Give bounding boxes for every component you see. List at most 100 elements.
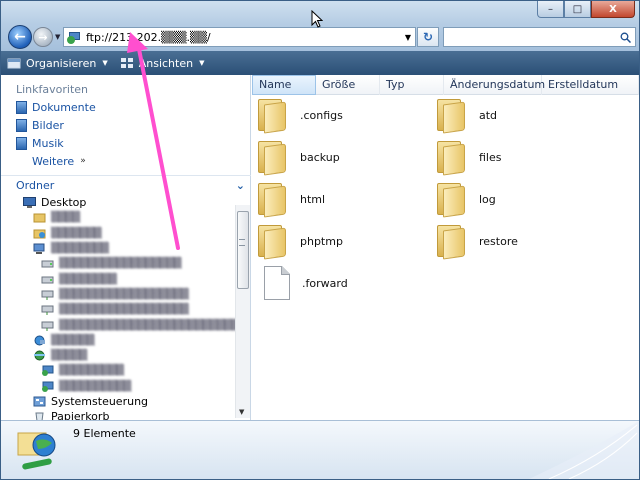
pictures-icon xyxy=(16,118,27,132)
address-bar[interactable]: ftp://213.202.▒▒▒.▒▒/ ▼ xyxy=(63,27,416,47)
tree-item-desktop[interactable]: Desktop xyxy=(1,195,235,210)
column-type[interactable]: Typ xyxy=(380,74,444,95)
tree-item[interactable]: ▒▒▒▒▒▒▒▒▒▒▒▒▒▒▒▒▒ xyxy=(1,256,235,271)
list-item[interactable]: phptmp xyxy=(258,221,343,261)
item-name: files xyxy=(479,150,502,164)
list-item[interactable]: .forward xyxy=(264,263,348,303)
chevron-down-icon: ⌄ xyxy=(235,179,245,192)
double-chevron-icon: » xyxy=(80,156,86,166)
control-panel-icon xyxy=(33,396,46,407)
list-item[interactable]: html xyxy=(258,179,325,219)
tree-label: ▒▒▒▒▒▒▒▒ xyxy=(51,243,109,255)
tree-item[interactable]: ▒▒▒▒▒▒▒ xyxy=(1,226,235,241)
tree-item-internet[interactable]: ▒▒▒▒▒ xyxy=(1,348,235,363)
tree-item[interactable]: ▒▒▒▒▒▒▒▒ xyxy=(1,271,235,286)
ftp-location-icon xyxy=(17,432,56,470)
organize-button[interactable]: Organisieren ▼ xyxy=(1,52,114,74)
tree-item[interactable]: ▒▒▒▒▒▒▒▒▒▒▒▒▒▒▒▒▒▒ xyxy=(1,302,235,317)
folder-icon xyxy=(258,139,288,176)
column-modified[interactable]: Änderungsdatum xyxy=(444,74,545,95)
tree-item[interactable]: ▒▒▒▒▒▒▒▒▒▒▒▒▒▒▒▒▒▒▒▒▒▒▒▒▒▒▒▒▒▒ xyxy=(1,317,235,332)
item-name: log xyxy=(479,192,496,206)
folder-icon xyxy=(437,181,467,218)
favorite-documents[interactable]: Dokumente xyxy=(1,98,250,116)
favorite-label: Bilder xyxy=(32,118,64,132)
tree-item[interactable]: ▒▒▒▒▒▒▒▒▒ xyxy=(1,363,235,378)
drive-icon xyxy=(41,260,54,268)
tree-item-recycle-bin[interactable]: Papierkorb xyxy=(1,409,235,420)
column-headers: Name Größe Typ Änderungsdatum Erstelldat… xyxy=(252,74,639,95)
drive-icon xyxy=(41,276,54,284)
refresh-button[interactable]: ↻ xyxy=(417,27,439,47)
list-item[interactable]: atd xyxy=(437,95,497,135)
scroll-down-icon[interactable]: ▼ xyxy=(239,408,244,416)
ftp-site-icon xyxy=(42,365,54,377)
folders-header[interactable]: Ordner ⌄ xyxy=(1,175,251,195)
search-input[interactable] xyxy=(443,27,636,47)
forward-arrow-icon: → xyxy=(38,30,48,44)
details-pane-swoosh xyxy=(529,421,639,479)
list-item[interactable]: .configs xyxy=(258,95,343,135)
desktop-icon xyxy=(23,197,36,209)
tree-label: Systemsteuerung xyxy=(51,395,149,408)
favorite-pictures[interactable]: Bilder xyxy=(1,116,250,134)
item-name: html xyxy=(300,192,326,206)
column-name[interactable]: Name xyxy=(252,74,316,95)
list-item[interactable]: backup xyxy=(258,137,340,177)
tree-label: ▒▒▒▒▒ xyxy=(51,350,87,362)
tree-label: ▒▒▒▒ xyxy=(51,212,80,224)
mouse-cursor-icon xyxy=(311,10,323,28)
file-icon xyxy=(264,266,290,300)
views-button[interactable]: Ansichten ▼ xyxy=(114,52,211,74)
tree-item-network[interactable]: ▒▒▒▒▒▒ xyxy=(1,333,235,348)
tree-label: ▒▒▒▒▒▒ xyxy=(51,334,95,346)
column-created[interactable]: Erstelldatum xyxy=(542,74,639,95)
tree-label: ▒▒▒▒▒▒▒▒▒▒▒▒▒▒▒▒▒▒ xyxy=(59,288,189,300)
tree-scrollbar[interactable]: ▼ xyxy=(235,205,250,418)
history-dropdown-button[interactable]: ▼ xyxy=(55,33,60,41)
back-arrow-icon: ← xyxy=(14,29,26,45)
tree-item[interactable]: ▒▒▒▒▒▒▒▒▒▒▒▒▒▒▒▒▒▒ xyxy=(1,287,235,302)
address-input[interactable]: ftp://213.202.▒▒▒.▒▒/ xyxy=(86,31,401,44)
tree-item[interactable]: ▒▒▒▒▒▒▒▒▒▒ xyxy=(1,379,235,394)
navigation-pane: Linkfavoriten Dokumente Bilder Musik Wei… xyxy=(1,75,251,420)
ftp-site-icon xyxy=(42,381,54,392)
list-item[interactable]: log xyxy=(437,179,496,219)
tree-label: Desktop xyxy=(41,196,87,210)
user-folder-icon xyxy=(33,213,46,223)
back-button[interactable]: ← xyxy=(8,25,32,49)
more-favorites-link[interactable]: Weitere » xyxy=(1,152,250,170)
tree-label: ▒▒▒▒▒▒▒ xyxy=(51,227,102,239)
tree-label: ▒▒▒▒▒▒▒▒▒▒▒▒▒▒▒▒▒▒▒▒▒▒▒▒▒▒▒▒▒▒ xyxy=(59,319,235,331)
search-icon xyxy=(620,32,631,43)
list-item[interactable]: files xyxy=(437,137,501,177)
list-item[interactable]: restore xyxy=(437,221,518,261)
scrollbar-thumb[interactable] xyxy=(237,211,249,289)
views-label: Ansichten xyxy=(138,56,194,70)
favorite-music[interactable]: Musik xyxy=(1,134,250,152)
item-name: .forward xyxy=(302,276,348,290)
folder-icon xyxy=(258,181,288,218)
tree-item[interactable]: ▒▒▒▒ xyxy=(1,210,235,225)
forward-button[interactable]: → xyxy=(33,27,53,47)
public-folder-icon xyxy=(33,229,46,239)
close-button[interactable]: X xyxy=(591,1,635,18)
favorite-label: Dokumente xyxy=(32,100,96,114)
network-drive-icon xyxy=(41,321,54,331)
address-dropdown-button[interactable]: ▼ xyxy=(401,33,415,42)
minimize-button[interactable]: – xyxy=(537,1,564,18)
file-list-pane: Name Größe Typ Änderungsdatum Erstelldat… xyxy=(252,74,639,420)
folder-icon xyxy=(437,223,467,260)
folders-title: Ordner xyxy=(16,179,55,192)
tree-item-computer[interactable]: ▒▒▒▒▒▒▒▒ xyxy=(1,241,235,256)
recycle-bin-icon xyxy=(35,412,44,420)
column-size[interactable]: Größe xyxy=(316,74,380,95)
documents-icon xyxy=(16,100,27,114)
tree-item-control-panel[interactable]: Systemsteuerung xyxy=(1,394,235,409)
maximize-button[interactable]: □ xyxy=(564,1,591,18)
organize-label: Organisieren xyxy=(26,56,97,70)
network-drive-icon xyxy=(41,290,54,300)
folder-icon xyxy=(437,97,467,134)
tree-label: ▒▒▒▒▒▒▒▒▒▒ xyxy=(59,380,131,392)
folder-icon xyxy=(258,97,288,134)
